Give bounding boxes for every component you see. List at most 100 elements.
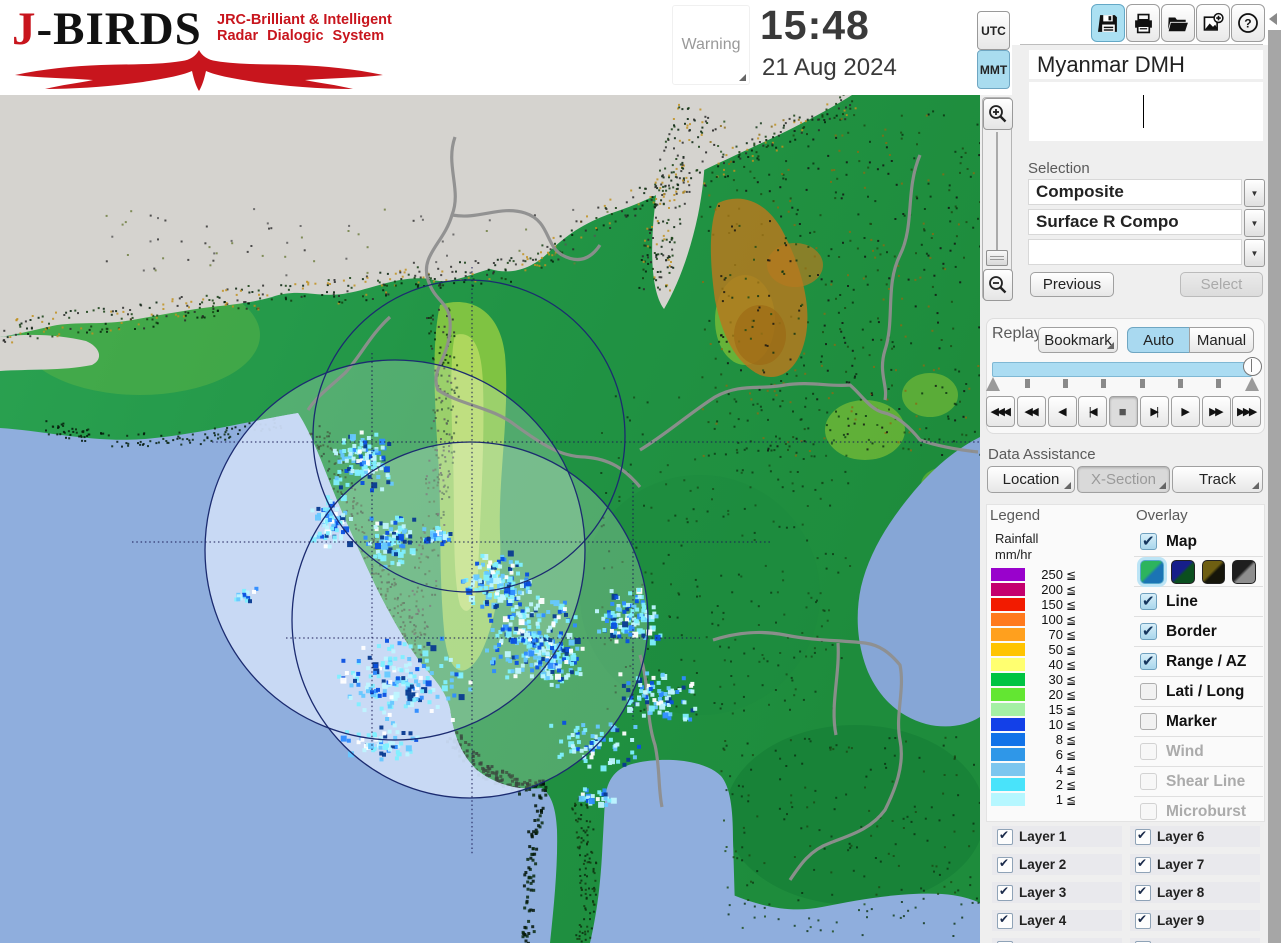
replay-slider-track[interactable] — [992, 362, 1252, 377]
data-assistance-x-section-button[interactable]: X-Section — [1077, 466, 1170, 493]
selection-dropdown-1-arrow[interactable]: ▼ — [1244, 179, 1265, 207]
save-button[interactable] — [1091, 4, 1125, 42]
zoom-out-icon — [988, 275, 1008, 295]
legend-entry: 20≦ — [991, 687, 1076, 702]
legend-color-swatch — [991, 673, 1025, 686]
overlay-checkbox-line[interactable] — [1140, 593, 1157, 610]
layer-row: Layer 8 — [1130, 882, 1260, 903]
warning-button[interactable]: Warning — [672, 5, 750, 85]
overlay-row-range-az: Range / AZ — [1134, 646, 1263, 676]
selection-label: Selection — [1028, 160, 1090, 177]
slider-start-marker[interactable] — [986, 377, 1000, 391]
layer-row-partial — [1130, 938, 1260, 943]
print-button[interactable] — [1126, 4, 1160, 42]
playback-rewind-to-start-button[interactable]: ◀◀◀ — [986, 396, 1015, 427]
svg-text:?: ? — [1244, 17, 1251, 31]
capture-add-icon — [1202, 12, 1224, 34]
playback-forward-to-end-button[interactable]: ▶▶▶ — [1232, 396, 1261, 427]
selection-dropdown-1[interactable]: Composite — [1028, 179, 1242, 205]
selection-dropdown-3[interactable] — [1028, 239, 1242, 265]
legend-comparator: ≦ — [1066, 673, 1076, 687]
playback-step-forward-button[interactable]: ▶| — [1140, 396, 1169, 427]
legend-comparator: ≦ — [1066, 613, 1076, 627]
help-button[interactable]: ? — [1231, 4, 1265, 42]
layer-checkbox[interactable] — [997, 913, 1013, 929]
toolbar-separator — [1020, 44, 1263, 45]
previous-button[interactable]: Previous — [1030, 272, 1114, 297]
overlay-checkbox-wind[interactable] — [1140, 743, 1157, 760]
zoom-slider-track[interactable] — [996, 132, 998, 264]
map-style-black-gray-style[interactable] — [1232, 560, 1256, 584]
collapse-arrow-icon[interactable] — [1269, 13, 1277, 25]
overlay-checkbox-range-az[interactable] — [1140, 653, 1157, 670]
replay-auto-button[interactable]: Auto — [1127, 327, 1190, 353]
layer-checkbox[interactable] — [1135, 857, 1151, 873]
legend-color-swatch — [991, 568, 1025, 581]
help-icon: ? — [1237, 12, 1259, 34]
layer-label: Layer 6 — [1157, 829, 1204, 844]
data-assistance-track-button[interactable]: Track — [1172, 466, 1263, 493]
mmt-button[interactable]: MMT — [977, 50, 1010, 89]
playback-stop-button[interactable]: ■ — [1109, 396, 1138, 427]
overlay-row-shear-line: Shear Line — [1134, 766, 1263, 796]
layer-checkbox[interactable] — [1135, 885, 1151, 901]
map-style-row — [1134, 556, 1263, 586]
selection-dropdown-3-arrow[interactable]: ▼ — [1244, 239, 1265, 267]
overlay-checkbox-marker[interactable] — [1140, 713, 1157, 730]
replay-manual-button[interactable]: Manual — [1189, 327, 1254, 353]
legend-comparator: ≦ — [1066, 583, 1076, 597]
overlay-row-microburst: Microburst — [1134, 796, 1263, 826]
select-button[interactable]: Select — [1180, 272, 1263, 297]
legend-comparator: ≦ — [1066, 733, 1076, 747]
overlay-checkbox-microburst[interactable] — [1140, 803, 1157, 820]
playback-play-reverse-button[interactable]: ◀ — [1048, 396, 1077, 427]
zoom-slider-thumb[interactable] — [986, 250, 1008, 266]
layer-checkbox[interactable] — [997, 829, 1013, 845]
overlay-checkbox-border[interactable] — [1140, 623, 1157, 640]
selection-dropdown-2-arrow[interactable]: ▼ — [1244, 209, 1265, 237]
layer-checkbox[interactable] — [1135, 913, 1151, 929]
zoom-in-button[interactable] — [983, 98, 1013, 130]
layer-checkbox[interactable] — [1135, 829, 1151, 845]
legend-entry: 250≦ — [991, 567, 1076, 582]
layer-label: Layer 7 — [1157, 857, 1204, 872]
layer-checkbox[interactable] — [997, 885, 1013, 901]
data-assistance-location-button[interactable]: Location — [987, 466, 1075, 493]
map-style-olive-black-style[interactable] — [1202, 560, 1226, 584]
legend-value: 2 — [1027, 777, 1063, 792]
overlay-row-lati-long: Lati / Long — [1134, 676, 1263, 706]
clock-time: 15:48 — [760, 2, 870, 49]
selection-dropdown-2[interactable]: Surface R Compo — [1028, 209, 1242, 235]
layer-toggles: Layer 1Layer 2Layer 3Layer 4 Layer 6Laye… — [988, 826, 1264, 943]
overlay-checkbox-lati-long[interactable] — [1140, 683, 1157, 700]
capture-add-button[interactable] — [1196, 4, 1230, 42]
station-list-box[interactable] — [1029, 82, 1263, 141]
layer-row: Layer 3 — [992, 882, 1122, 903]
legend-value: 40 — [1027, 657, 1063, 672]
playback-fast-forward-button[interactable]: ▶▶ — [1202, 396, 1231, 427]
map-style-navy-green-style[interactable] — [1171, 560, 1195, 584]
legend-label: Legend — [990, 507, 1040, 524]
overlay-checkbox-shear-line[interactable] — [1140, 773, 1157, 790]
playback-play-button[interactable]: ▶ — [1171, 396, 1200, 427]
bookmark-button[interactable]: Bookmark — [1038, 327, 1118, 353]
utc-button[interactable]: UTC — [977, 11, 1010, 50]
zoom-out-button[interactable] — [983, 269, 1013, 301]
overlay-row-wind: Wind — [1134, 736, 1263, 766]
overlay-item-label: Border — [1166, 623, 1217, 641]
layer-row: Layer 2 — [992, 854, 1122, 875]
radar-map[interactable] — [0, 95, 980, 943]
playback-step-back-button[interactable]: |◀ — [1078, 396, 1107, 427]
overlay-checkbox-map[interactable] — [1140, 533, 1157, 550]
legend-color-swatch — [991, 718, 1025, 731]
open-folder-button[interactable] — [1161, 4, 1195, 42]
panel-collapse-strip[interactable] — [1268, 30, 1281, 943]
legend-scale: 250≦200≦150≦100≦70≦50≦40≦30≦20≦15≦10≦8≦6… — [991, 567, 1076, 807]
map-style-terrain-style[interactable] — [1140, 560, 1164, 584]
layer-label: Layer 1 — [1019, 829, 1066, 844]
slider-end-marker[interactable] — [1245, 377, 1259, 391]
playback-fast-rewind-button[interactable]: ◀◀ — [1017, 396, 1046, 427]
legend-value: 10 — [1027, 717, 1063, 732]
replay-slider-thumb[interactable] — [1243, 357, 1262, 376]
layer-checkbox[interactable] — [997, 857, 1013, 873]
